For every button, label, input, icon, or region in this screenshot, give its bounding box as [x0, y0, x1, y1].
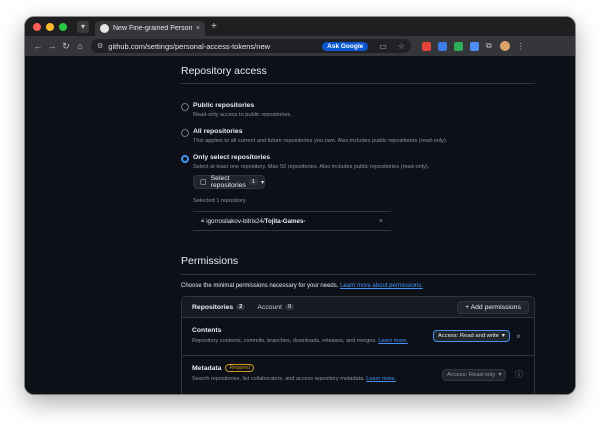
tab-label: Repositories: [192, 303, 234, 311]
window-controls: [33, 22, 67, 31]
permissions-tabs: Repositories 2 Account 0 + Add permissio…: [182, 297, 534, 318]
option-desc: Read-only access to public repositories.: [193, 112, 292, 118]
add-permissions-button[interactable]: + Add permissions: [457, 301, 529, 314]
chevron-down-icon[interactable]: ▾: [77, 20, 89, 33]
option-title: All repositories: [193, 128, 243, 135]
permission-row-metadata: Metadata Required Search repositories, l…: [192, 364, 396, 382]
close-window-button[interactable]: [33, 22, 41, 31]
remove-repo-icon[interactable]: ×: [379, 218, 383, 225]
tab-close-icon[interactable]: ×: [196, 25, 200, 32]
caret-down-icon: ▾: [498, 372, 502, 378]
forward-icon[interactable]: →: [45, 41, 59, 51]
puzzle-icon[interactable]: ⧉: [486, 41, 492, 51]
browser-toolbar: ← → ↻ ⌂ ⚙ github.com/settings/personal-a…: [25, 36, 575, 56]
option-desc: Select at least one repository. Max 50 r…: [193, 164, 430, 170]
learn-permissions-link[interactable]: Learn more about permissions.: [340, 283, 423, 289]
selected-summary: Selected 1 repository.: [193, 198, 247, 204]
learn-more-link[interactable]: Learn more.: [378, 338, 408, 344]
radio-select[interactable]: [181, 155, 189, 163]
repo-icon: ▢: [200, 179, 207, 186]
permissions-panel: Repositories 2 Account 0 + Add permissio…: [181, 296, 535, 394]
repository-access-section: Repository access Public repositories Re…: [181, 65, 535, 231]
repo-owner: igorrosliakov-bitrix24/: [206, 217, 265, 225]
zoom-window-button[interactable]: [59, 22, 67, 31]
divider: [182, 355, 534, 356]
tab-strip: ▾ New Fine-grained Personal A × +: [25, 17, 575, 36]
star-icon[interactable]: ☆: [398, 42, 405, 51]
permission-title: Metadata: [192, 364, 222, 372]
divider: [181, 83, 535, 84]
url-text[interactable]: github.com/settings/personal-access-toke…: [108, 42, 317, 51]
site-settings-icon[interactable]: ⚙: [97, 42, 103, 50]
option-title: Only select repositories: [193, 154, 271, 161]
extensions-area: ⧉ ⋮: [415, 41, 525, 51]
option-all[interactable]: All repositories This applies to all cur…: [181, 128, 447, 144]
tab-account[interactable]: Account 0: [257, 303, 295, 311]
selected-count-badge: 1: [248, 179, 258, 185]
option-select[interactable]: Only select repositories Select at least…: [181, 154, 429, 170]
required-badge: Required: [225, 364, 254, 372]
learn-more-link[interactable]: Learn more.: [366, 376, 396, 382]
lock-icon: 🔒︎: [201, 217, 205, 224]
tab-count: 2: [236, 304, 246, 310]
metadata-access-select: Access: Read-only ▾: [442, 369, 507, 381]
adblock-extension-icon[interactable]: [422, 41, 431, 51]
option-desc: This applies to all current and future r…: [193, 138, 448, 144]
selected-repo-row: 🔒︎ igorrosliakov-bitrix24/Tojita-Games- …: [193, 211, 391, 231]
tab-repositories[interactable]: Repositories 2: [192, 303, 246, 311]
permission-desc: Search repositories, list collaborators,…: [192, 376, 396, 382]
repo-name: Tojita-Games-: [264, 217, 306, 225]
tab-count: 0: [284, 304, 295, 310]
permission-desc: Repository contents, commits, branches, …: [192, 338, 408, 344]
address-bar[interactable]: ⚙ github.com/settings/personal-access-to…: [91, 39, 411, 53]
permission-title-row: Metadata Required: [192, 364, 396, 372]
minimize-window-button[interactable]: [46, 22, 54, 31]
section-heading: Repository access: [181, 65, 267, 77]
more-menu-icon[interactable]: ⋮: [517, 42, 525, 51]
green-extension-icon[interactable]: [454, 41, 463, 51]
permission-desc-text: Repository contents, commits, branches, …: [192, 338, 377, 344]
intro-text: Choose the minimal permissions necessary…: [181, 283, 339, 289]
reload-icon[interactable]: ↻: [59, 41, 73, 52]
new-tab-button[interactable]: +: [211, 21, 217, 32]
permission-row-contents: Contents Repository contents, commits, b…: [192, 327, 408, 344]
contents-access-select[interactable]: Access: Read and write ▾: [433, 330, 510, 342]
radio-all[interactable]: [181, 129, 189, 137]
section-heading: Permissions: [181, 255, 239, 267]
tab-label: Account: [257, 303, 282, 311]
select-repositories-button[interactable]: ▢ Select repositories 1 ▾: [193, 175, 265, 189]
back-icon[interactable]: ←: [31, 41, 45, 51]
browser-tab[interactable]: New Fine-grained Personal A ×: [95, 21, 205, 36]
access-label: Access: Read-only: [447, 372, 496, 378]
caret-down-icon: ▾: [501, 333, 505, 339]
permission-desc-text: Search repositories, list collaborators,…: [192, 376, 365, 382]
github-icon: [100, 24, 109, 33]
divider: [181, 274, 535, 275]
permissions-intro: Choose the minimal permissions necessary…: [181, 283, 535, 289]
permission-title: Contents: [192, 327, 222, 334]
ask-google-button[interactable]: Ask Google: [322, 41, 369, 51]
blue-extension-icon[interactable]: [470, 41, 479, 51]
tab-title: New Fine-grained Personal A: [113, 25, 192, 32]
avatar[interactable]: [499, 41, 510, 51]
info-icon[interactable]: ⓘ: [515, 369, 523, 380]
browser-window: ▾ New Fine-grained Personal A × + ← → ↻ …: [25, 17, 575, 394]
translate-extension-icon[interactable]: [438, 41, 447, 51]
option-public[interactable]: Public repositories Read-only access to …: [181, 102, 292, 118]
cast-icon[interactable]: ▭: [379, 42, 387, 51]
radio-public[interactable]: [181, 103, 189, 111]
page-content: Repository access Public repositories Re…: [25, 56, 575, 394]
home-icon[interactable]: ⌂: [73, 41, 87, 51]
caret-down-icon: ▾: [261, 179, 265, 186]
option-title: Public repositories: [193, 102, 255, 109]
select-repositories-label: Select repositories: [210, 175, 246, 189]
access-label: Access: Read and write: [438, 333, 499, 339]
permissions-section: Permissions Choose the minimal permissio…: [181, 255, 535, 289]
remove-permission-icon[interactable]: ×: [516, 332, 521, 341]
